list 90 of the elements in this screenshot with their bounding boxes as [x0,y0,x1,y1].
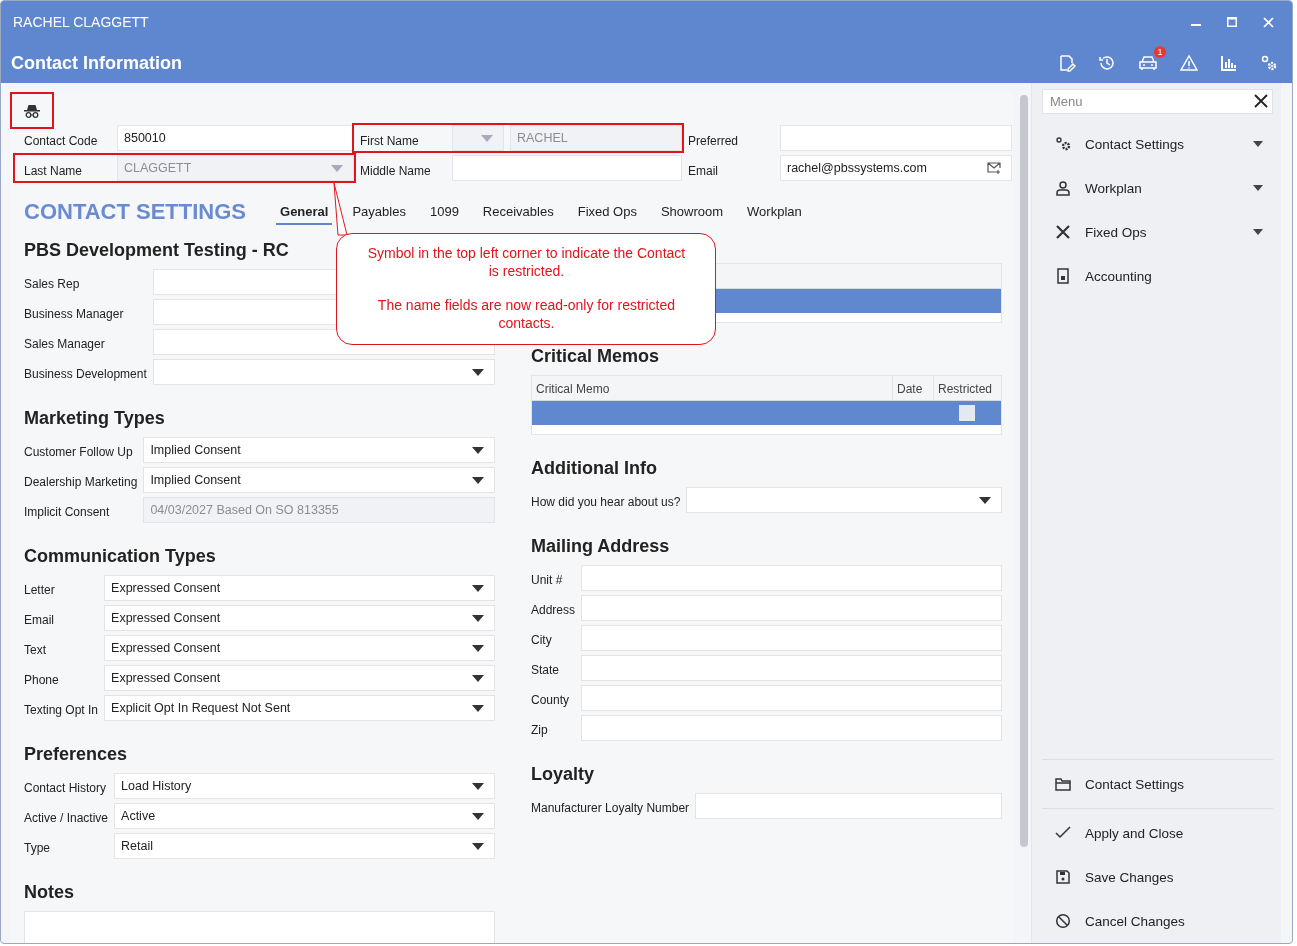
field-label: Phone [24,672,60,689]
field-label: Customer Follow Up [24,444,134,461]
field-value: rachel@pbssystems.com [787,161,928,175]
dropdown-field[interactable]: Implied Consent [143,437,495,463]
tab[interactable]: Workplan [743,204,806,225]
field-label: Letter [24,582,56,599]
tab[interactable]: Fixed Ops [573,204,641,225]
input-field[interactable]: 850010 [117,125,354,151]
tab[interactable]: General [276,204,333,225]
action-item[interactable]: Apply and Close [1042,811,1273,855]
window-title: RACHEL CLAGGETT [13,14,150,30]
page-title: Contact Information [11,52,183,74]
section-title: Notes [24,881,74,904]
field-value: 850010 [124,131,167,145]
action-item[interactable]: Contact Settings [1042,759,1273,809]
field-value: Expressed Consent [111,581,222,595]
section-title: Preferences [24,743,128,766]
field-value: Expressed Consent [111,611,222,625]
field-value: Expressed Consent [111,641,222,655]
section-heading: CONTACT SETTINGS [24,199,247,225]
callout-text: Symbol in the top left corner to indicate the Contact is restricted. [367,244,686,280]
dropdown-field[interactable]: Active [114,803,495,829]
field-label: Middle Name [360,163,432,178]
column-header[interactable]: Restricted [933,376,1001,400]
section-title: Mailing Address [531,535,670,558]
dropdown-field[interactable]: Implied Consent [143,467,495,493]
field-value: RACHEL [517,131,569,145]
dropdown-field[interactable]: Expressed Consent [104,605,495,631]
column-header[interactable]: Critical Memo [532,376,892,400]
field-label: Email [688,163,719,178]
field-label: Business Development [24,366,147,383]
field-label: Contact History [24,780,108,797]
action-item[interactable]: Cancel Changes [1042,899,1273,943]
menu-item[interactable]: Workplan [1042,166,1273,210]
tab[interactable]: Showroom [656,204,728,225]
field-label: City [531,632,553,649]
section-title: Marketing Types [24,407,165,430]
notification-badge: 1 [1154,46,1166,58]
field-label: Contact Code [24,133,99,148]
field-value: Retail [121,839,154,853]
field-label: Type [24,840,51,857]
field-label: Address [531,602,576,619]
field-label: First Name [360,133,420,148]
field-label: Preferred [688,133,740,148]
field-value: Load History [121,779,193,793]
section-title: Loyalty [531,763,595,786]
dropdown-field[interactable]: Expressed Consent [104,665,495,691]
field-label: Email [24,612,55,629]
field-label: Zip [531,722,549,739]
section-title: Additional Info [531,457,657,480]
field-value: Implied Consent [150,473,242,487]
field-value: Active [121,809,157,823]
field-value: Expressed Consent [111,671,222,685]
dropdown-field[interactable]: Retail [114,833,495,859]
field-label: Sales Rep [24,276,81,293]
field-label: Business Manager [24,306,125,323]
input-field[interactable]: rachel@pbssystems.com [780,155,1012,181]
field-label: Implicit Consent [24,504,111,521]
dropdown-field[interactable]: Explicit Opt In Request Not Sent [104,695,495,721]
section-title: PBS Development Testing - RC [24,239,289,262]
tab[interactable]: 1099 [425,204,463,225]
field-label: Active / Inactive [24,810,109,827]
dropdown-field[interactable]: Load History [114,773,495,799]
menu-item[interactable]: Accounting [1042,254,1273,298]
field-label: Last Name [24,163,84,178]
column-header[interactable]: Date [892,376,933,400]
menu-item[interactable]: Contact Settings [1042,122,1273,166]
action-item[interactable]: Save Changes [1042,855,1273,899]
menu-item[interactable]: Fixed Ops [1042,210,1273,254]
field-label: Sales Manager [24,336,106,353]
field-label: Manufacturer Loyalty Number [531,800,690,817]
field-label: Dealership Marketing [24,474,138,491]
field-label: State [531,662,561,679]
field-label: County [531,692,571,709]
field-label: Unit # [531,572,564,589]
field-label: Texting Opt In [24,702,99,719]
field-value: CLAGGETT [124,161,193,175]
tab[interactable]: Receivables [478,204,558,225]
dropdown-field[interactable]: Expressed Consent [104,575,495,601]
field-value: Explicit Opt In Request Not Sent [111,701,292,715]
field-label: Text [24,642,47,659]
tab[interactable]: Payables [348,204,410,225]
menu-search-field[interactable]: Menu [1042,89,1273,114]
section-title: Critical Memos [531,345,660,368]
callout-text: The name fields are now read-only for restricted contacts. [376,296,677,332]
section-title: Communication Types [24,545,216,568]
dropdown-field[interactable]: Expressed Consent [104,635,495,661]
field-value: 04/03/2027 Based On SO 813355 [150,503,340,517]
field-value: Implied Consent [150,443,242,457]
field-label: How did you hear about us? [531,494,681,511]
